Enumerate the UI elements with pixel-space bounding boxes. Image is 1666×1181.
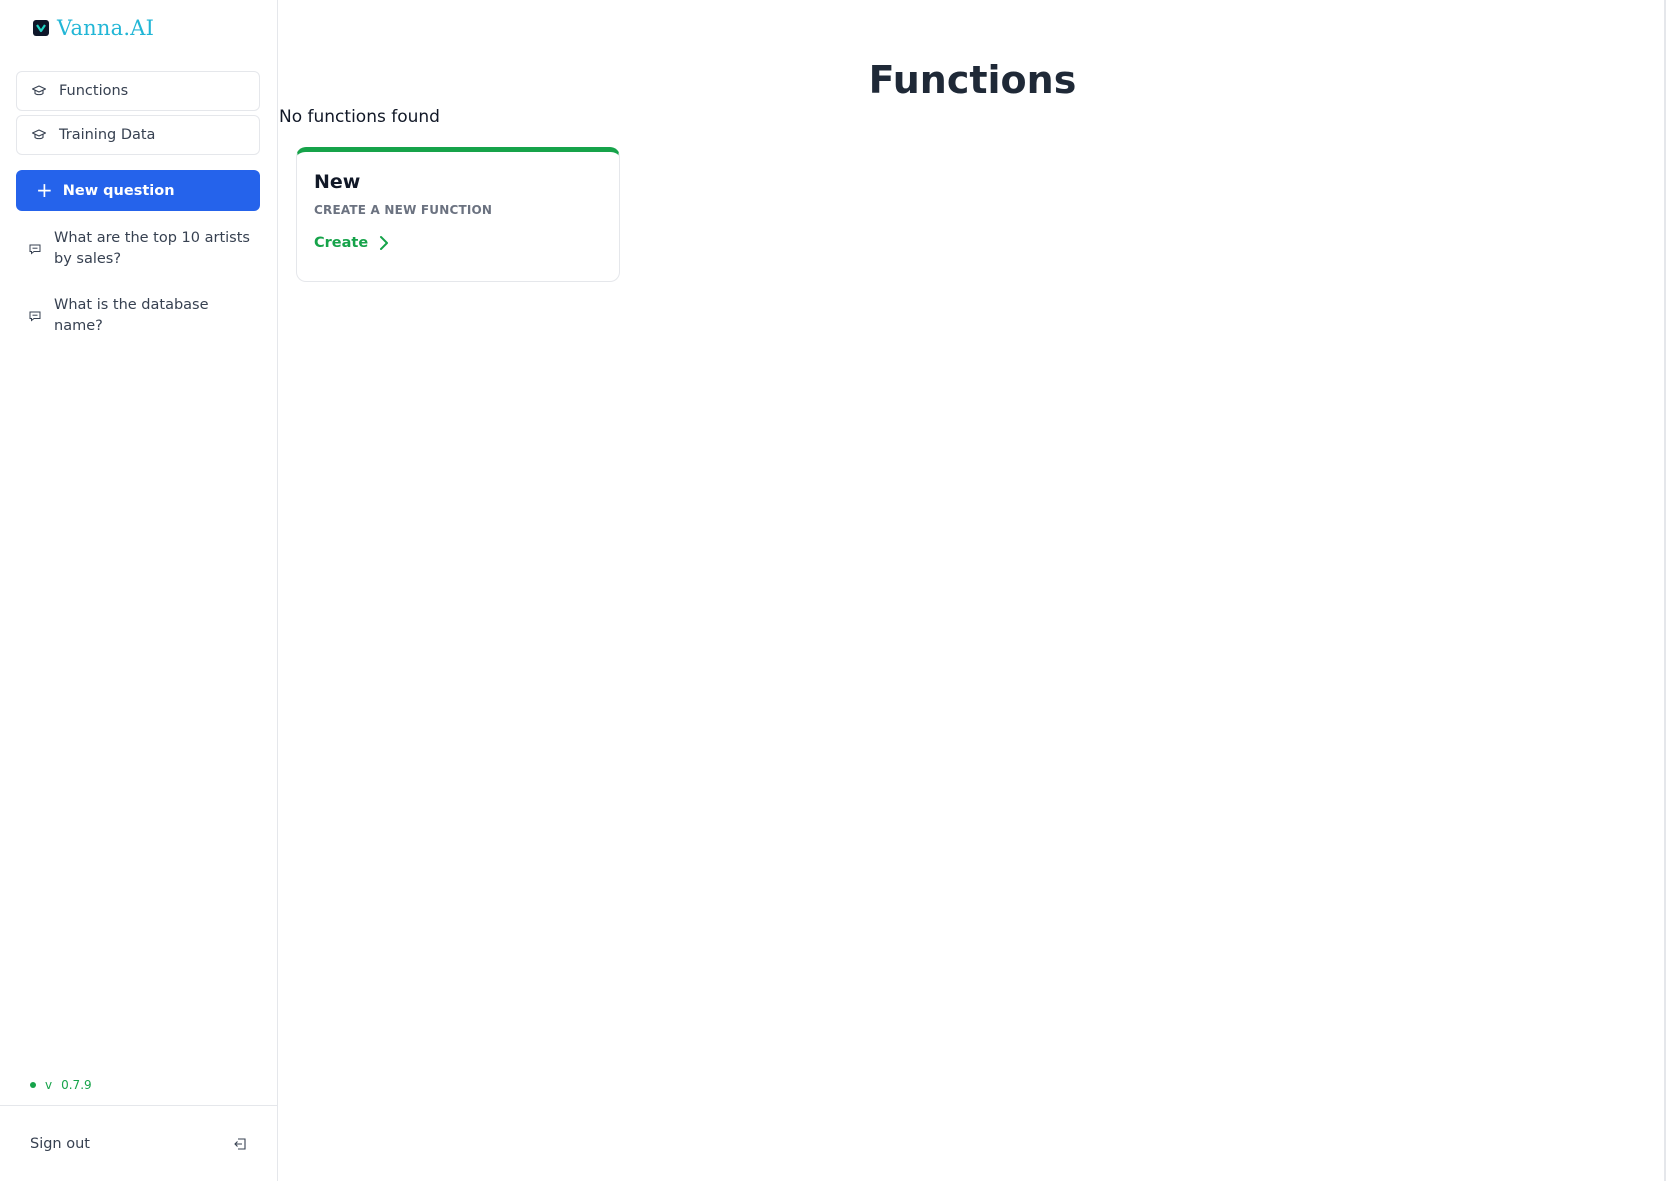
history-item-label: What is the database name? xyxy=(54,297,209,334)
version-prefix: v xyxy=(45,1078,53,1092)
new-question-label: New question xyxy=(62,182,175,199)
version-indicator: v 0.7.9 xyxy=(30,1078,92,1092)
sign-out-row: Sign out xyxy=(0,1105,278,1181)
brand-logo[interactable]: Vanna.AI xyxy=(33,16,154,40)
chevron-right-icon xyxy=(378,235,390,251)
chat-bubble-icon xyxy=(28,309,42,323)
vanna-logo-icon xyxy=(33,20,49,36)
card-title: New xyxy=(314,171,361,193)
history-item[interactable]: What are the top 10 artists by sales? xyxy=(28,228,253,270)
page-title: Functions xyxy=(868,58,1077,102)
sign-out-icon[interactable] xyxy=(232,1136,248,1152)
graduation-cap-icon xyxy=(31,127,47,143)
status-dot-icon xyxy=(30,1082,36,1088)
sidebar: Vanna.AI Functions Training Data + New q… xyxy=(0,0,278,1181)
chat-bubble-icon xyxy=(28,242,42,256)
new-question-button[interactable]: + New question xyxy=(16,170,260,211)
new-function-card: New CREATE A NEW FUNCTION Create xyxy=(296,147,620,282)
sidebar-item-training-data[interactable]: Training Data xyxy=(16,115,260,155)
card-subtitle: CREATE A NEW FUNCTION xyxy=(314,203,493,217)
sidebar-item-label: Training Data xyxy=(59,127,156,143)
create-function-link[interactable]: Create xyxy=(314,235,390,251)
history-item-label: What are the top 10 artists by sales? xyxy=(54,230,250,267)
create-label: Create xyxy=(314,235,369,251)
main-content: Functions No functions found New CREATE … xyxy=(279,0,1666,1181)
sidebar-item-functions[interactable]: Functions xyxy=(16,71,260,111)
version-number: 0.7.9 xyxy=(61,1078,92,1092)
brand-name: Vanna.AI xyxy=(57,16,155,40)
history-item[interactable]: What is the database name? xyxy=(28,295,253,337)
sidebar-item-label: Functions xyxy=(59,83,129,99)
sign-out-button[interactable]: Sign out xyxy=(30,1136,90,1152)
empty-state-message: No functions found xyxy=(279,107,440,127)
graduation-cap-icon xyxy=(31,83,47,99)
plus-icon: + xyxy=(36,177,53,202)
